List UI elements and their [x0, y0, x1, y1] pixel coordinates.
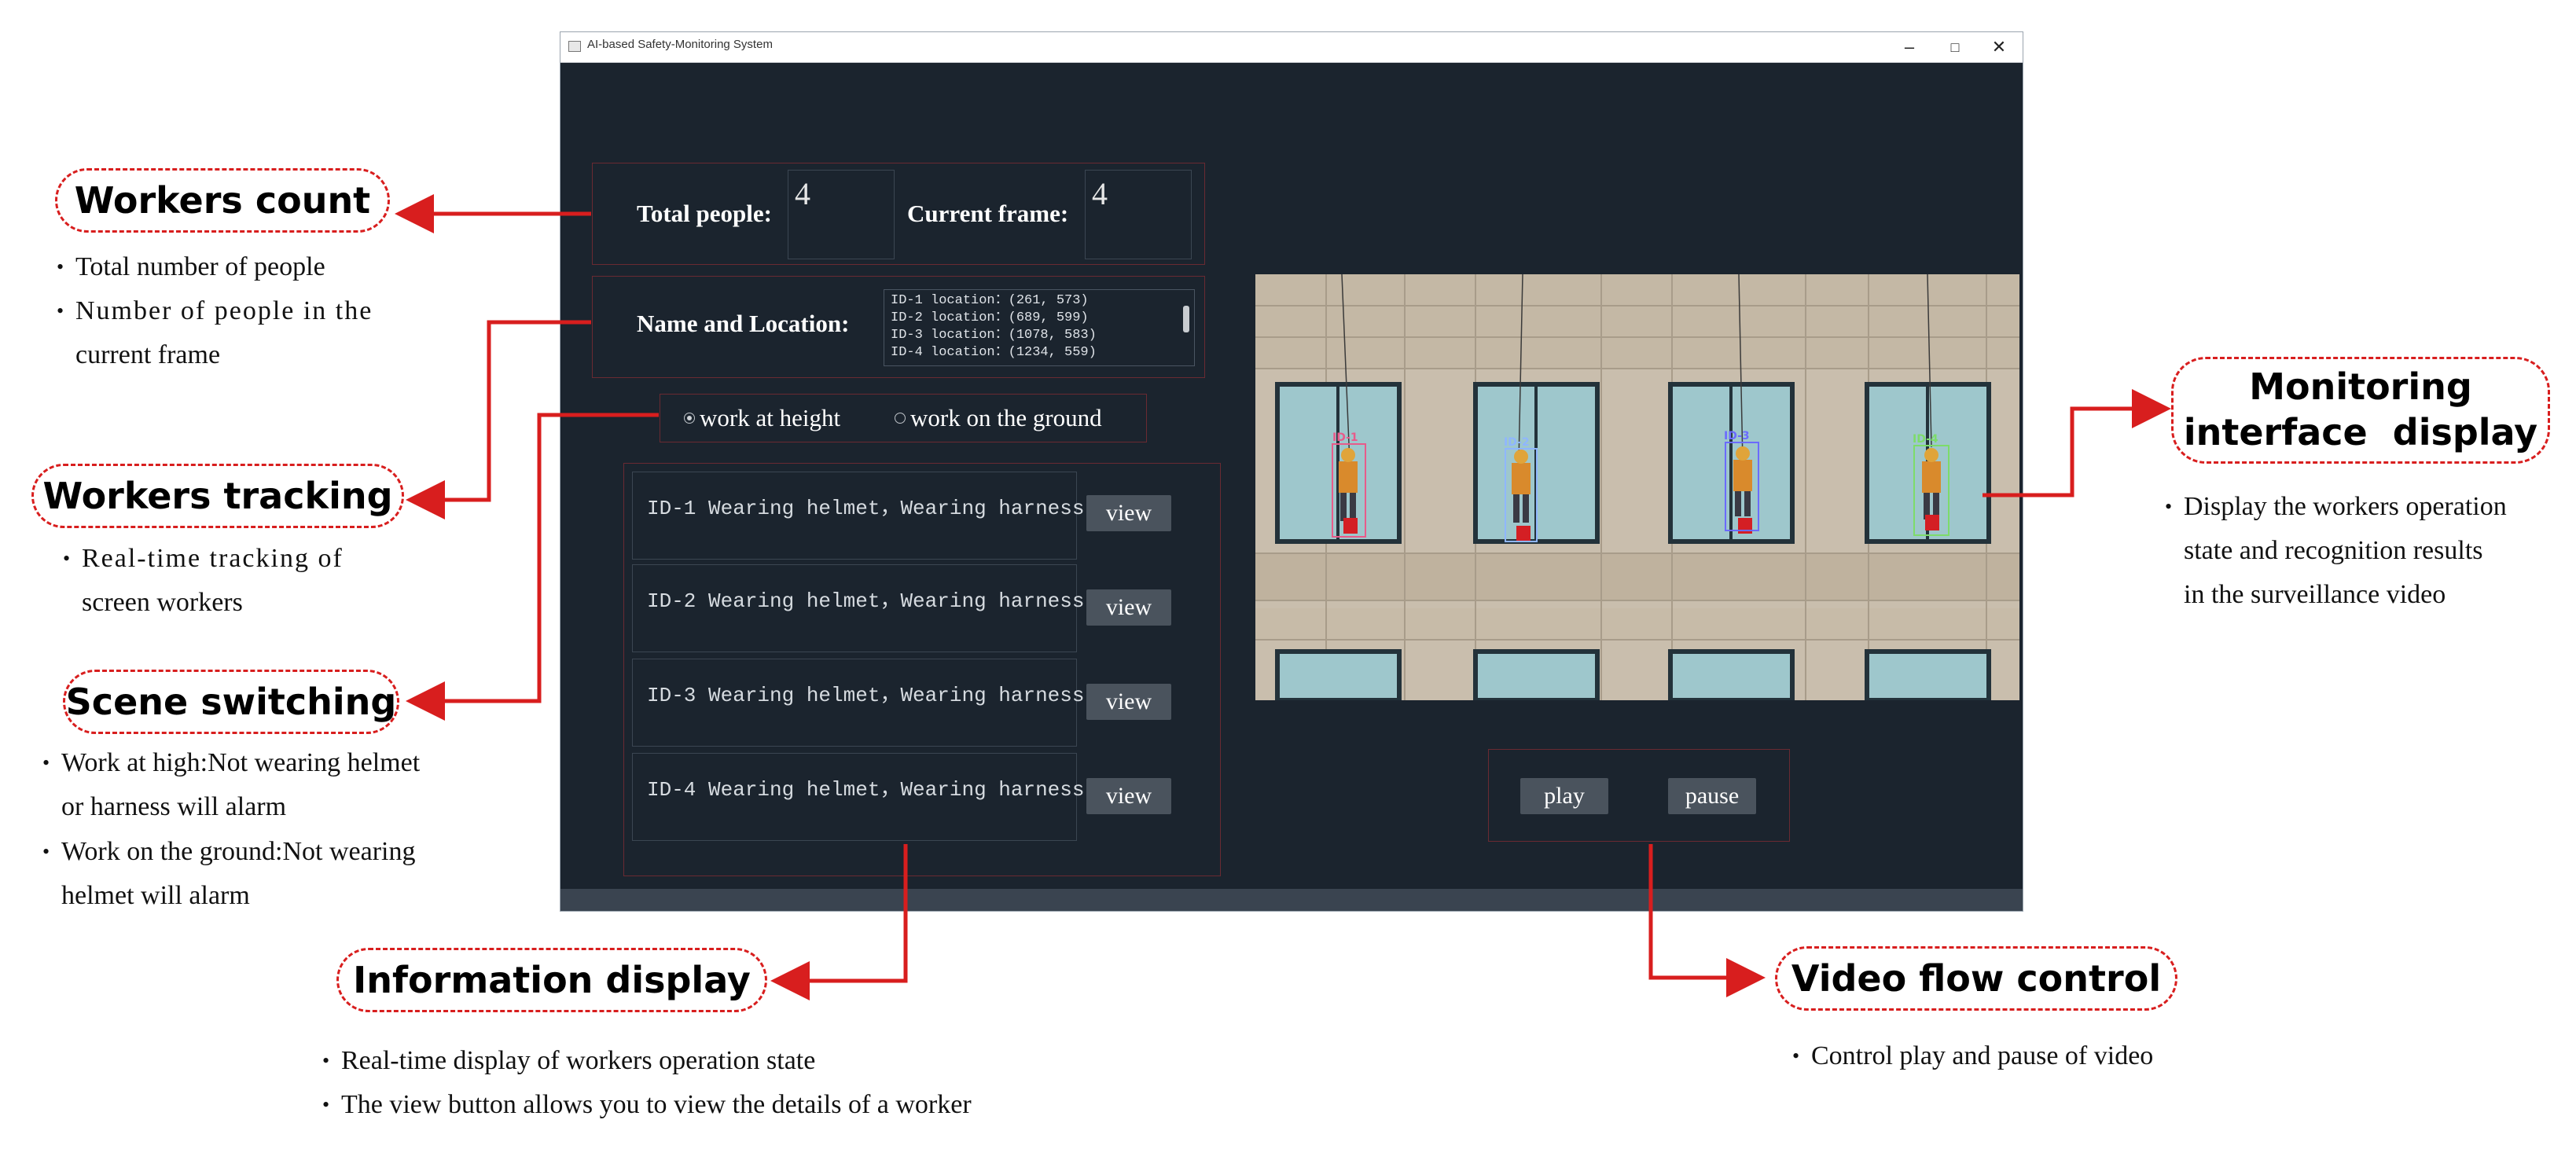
bullet: Work at high:Not wearing helmet [42, 741, 420, 785]
callout-monitoring-display: Monitoring interface display [2171, 357, 2550, 464]
callout-information-display: Information display [336, 948, 767, 1012]
callout-video-flow-control: Video flow control [1775, 946, 2177, 1011]
bullet-continuation: or harness will alarm [61, 792, 287, 821]
bullet-continuation: in the surveillance video [2184, 580, 2446, 609]
callout-workers-tracking: Workers tracking [31, 464, 404, 528]
bullet: The view button allows you to view the d… [322, 1083, 972, 1127]
bullet-continuation: helmet will alarm [61, 881, 250, 910]
callout-scene-switching: Scene switching [63, 670, 399, 734]
bullet-continuation: state and recognition results [2184, 536, 2483, 565]
bullet: Display the workers operation [2165, 485, 2507, 529]
bullet: Real-time display of workers operation s… [322, 1039, 815, 1083]
bullet-continuation: screen workers [82, 588, 243, 617]
bullet: Control play and pause of video [1792, 1034, 2153, 1078]
bullet: Number of people in the [57, 289, 373, 333]
bullet-continuation: current frame [75, 340, 221, 369]
bullet: Real-time tracking of [63, 537, 344, 581]
bullet: Total number of people [57, 245, 325, 289]
callout-workers-count: Workers count [55, 168, 390, 233]
callout-title-line: Monitoring [2249, 365, 2472, 408]
bullet: Work on the ground:Not wearing [42, 830, 415, 874]
callout-title-line: interface display [2183, 411, 2538, 453]
